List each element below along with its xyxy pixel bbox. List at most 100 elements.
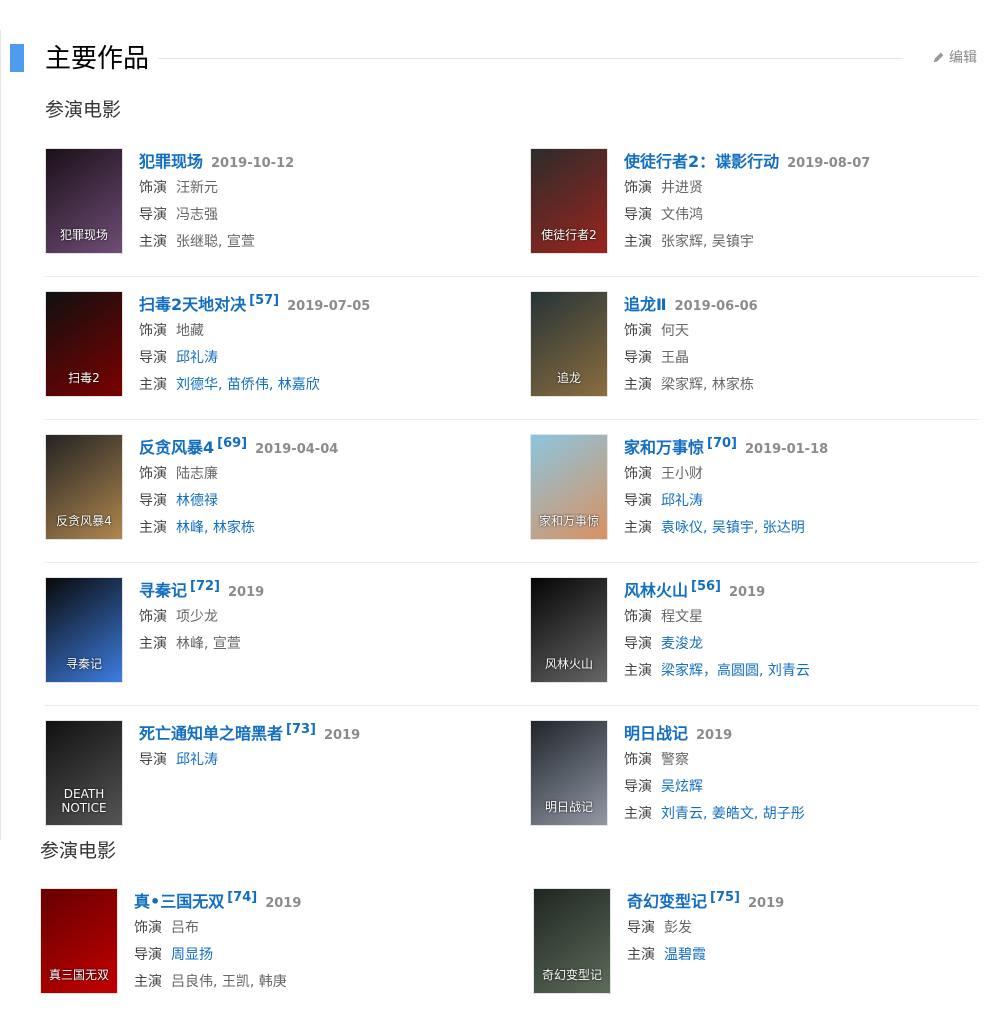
movie-detail-line: 饰演 吕布 xyxy=(134,915,480,942)
movie-title[interactable]: 追龙Ⅱ xyxy=(624,295,667,314)
movie-detail-line: 主演 张家辉, 吴镇宇 xyxy=(624,229,970,256)
movie-title-line: 奇幻变型记 [75] 2019 xyxy=(627,888,973,915)
movie-poster[interactable]: 使徒行者2 xyxy=(530,148,608,254)
detail-value[interactable]: 邱礼涛 xyxy=(176,752,218,768)
detail-value: 王晶 xyxy=(661,350,689,366)
release-date: 2019-07-05 xyxy=(287,299,371,314)
movie-title-line: 扫毒2天地对决 [57] 2019-07-05 xyxy=(139,291,485,318)
section-accent xyxy=(10,44,24,72)
release-date: 2019-04-04 xyxy=(255,442,339,457)
row-divider xyxy=(44,705,979,706)
detail-value: 井进贤 xyxy=(661,180,703,196)
poster-title: 寻秦记 xyxy=(65,657,102,671)
citation-link[interactable]: [72] xyxy=(190,579,220,594)
movie-detail-line: 饰演 井进贤 xyxy=(624,175,970,202)
detail-value: 警察 xyxy=(661,752,689,768)
release-date: 2019 xyxy=(265,896,302,911)
citation-link[interactable]: [70] xyxy=(707,436,737,451)
detail-label: 饰演 xyxy=(139,466,167,482)
citation-link[interactable]: [69] xyxy=(217,436,247,451)
movie-poster[interactable]: 家和万事惊 xyxy=(530,434,608,540)
movie-item: 使徒行者2 使徒行者2：谍影行动 2019-08-07 饰演 井进贤 导演 文伟鸿 主演 张家辉… xyxy=(530,148,970,258)
movie-info: 家和万事惊 [70] 2019-01-18 饰演 王小财 导演 邱礼涛 主演 袁咏仪, 吴镇宇,… xyxy=(624,434,970,542)
release-date: 2019 xyxy=(729,585,766,600)
detail-label: 导演 xyxy=(139,493,167,509)
movie-poster[interactable]: 反贪风暴4 xyxy=(45,434,123,540)
movie-title[interactable]: 奇幻变型记 xyxy=(627,892,707,911)
movie-detail-line: 导演 麦浚龙 xyxy=(624,631,970,658)
detail-value[interactable]: 温碧霞 xyxy=(664,947,706,963)
citation-link[interactable]: [74] xyxy=(227,890,257,905)
detail-value[interactable]: 梁家辉，高圆圆, 刘青云 xyxy=(661,663,810,679)
detail-value[interactable]: 林峰, 林家栋 xyxy=(176,520,255,536)
movie-info: 犯罪现场 2019-10-12 饰演 汪新元 导演 冯志强 主演 张继聪, 宣萱 xyxy=(139,148,485,256)
movie-title[interactable]: 真•三国无双 xyxy=(134,892,224,911)
detail-label: 饰演 xyxy=(139,180,167,196)
movie-detail-line: 主演 袁咏仪, 吴镇宇, 张达明 xyxy=(624,515,970,542)
movie-poster[interactable]: 扫毒2 xyxy=(45,291,123,397)
movie-title[interactable]: 家和万事惊 xyxy=(624,438,704,457)
movie-poster[interactable]: 明日战记 xyxy=(530,720,608,826)
movie-detail-line: 主演 刘青云, 姜皓文, 胡子彤 xyxy=(624,801,970,828)
citation-link[interactable]: [57] xyxy=(249,293,279,308)
detail-label: 主演 xyxy=(624,234,652,250)
edit-link[interactable]: 编辑 xyxy=(932,47,977,67)
movie-poster[interactable]: DEATH NOTICE xyxy=(45,720,123,826)
row-divider xyxy=(44,419,979,420)
citation-link[interactable]: [75] xyxy=(710,890,740,905)
detail-label: 导演 xyxy=(139,207,167,223)
detail-value[interactable]: 邱礼涛 xyxy=(661,493,703,509)
detail-value[interactable]: 刘德华, 苗侨伟, 林嘉欣 xyxy=(176,377,320,393)
title-divider xyxy=(158,58,903,59)
movie-title[interactable]: 寻秦记 xyxy=(139,581,187,600)
detail-label: 饰演 xyxy=(624,752,652,768)
detail-value[interactable]: 袁咏仪, 吴镇宇, 张达明 xyxy=(661,520,805,536)
movie-poster[interactable]: 奇幻变型记 xyxy=(533,888,611,994)
movie-detail-line: 主演 林峰, 宣萱 xyxy=(139,631,485,658)
detail-value: 林峰, 宣萱 xyxy=(176,636,241,652)
release-date: 2019 xyxy=(748,896,785,911)
detail-label: 导演 xyxy=(624,493,652,509)
movie-poster[interactable]: 风林火山 xyxy=(530,577,608,683)
movie-title[interactable]: 反贪风暴4 xyxy=(139,438,214,457)
movie-detail-line: 饰演 何天 xyxy=(624,318,970,345)
movie-poster[interactable]: 追龙 xyxy=(530,291,608,397)
movie-detail-line: 主演 林峰, 林家栋 xyxy=(139,515,485,542)
detail-value: 冯志强 xyxy=(176,207,218,223)
detail-label: 饰演 xyxy=(139,609,167,625)
movie-item: 风林火山 风林火山 [56] 2019 饰演 程文星 导演 麦浚龙 主演 梁家辉，高圆圆, 刘青云 xyxy=(530,577,970,687)
movie-detail-line: 导演 邱礼涛 xyxy=(624,488,970,515)
citation-link[interactable]: [73] xyxy=(286,722,316,737)
movie-detail-line: 饰演 汪新元 xyxy=(139,175,485,202)
detail-label: 主演 xyxy=(139,520,167,536)
detail-value[interactable]: 周显扬 xyxy=(171,947,213,963)
movie-item: 扫毒2 扫毒2天地对决 [57] 2019-07-05 饰演 地藏 导演 邱礼涛 主演 刘德华, … xyxy=(45,291,485,401)
detail-value[interactable]: 麦浚龙 xyxy=(661,636,703,652)
movie-title-line: 寻秦记 [72] 2019 xyxy=(139,577,485,604)
movie-title-line: 死亡通知单之暗黑者 [73] 2019 xyxy=(139,720,485,747)
movie-poster[interactable]: 真三国无双 xyxy=(40,888,118,994)
citation-link[interactable]: [56] xyxy=(691,579,721,594)
movie-title[interactable]: 扫毒2天地对决 xyxy=(139,295,246,314)
release-date: 2019 xyxy=(696,728,733,743)
movie-poster[interactable]: 寻秦记 xyxy=(45,577,123,683)
detail-value[interactable]: 吴炫辉 xyxy=(661,779,703,795)
poster-title: 追龙 xyxy=(556,371,581,385)
movie-title[interactable]: 风林火山 xyxy=(624,581,688,600)
movie-detail-line: 饰演 程文星 xyxy=(624,604,970,631)
poster-title: 犯罪现场 xyxy=(59,228,108,242)
detail-label: 主演 xyxy=(134,974,162,990)
movie-title[interactable]: 犯罪现场 xyxy=(139,152,203,171)
detail-value[interactable]: 邱礼涛 xyxy=(176,350,218,366)
movie-title[interactable]: 使徒行者2：谍影行动 xyxy=(624,152,779,171)
detail-value: 程文星 xyxy=(661,609,703,625)
movie-poster[interactable]: 犯罪现场 xyxy=(45,148,123,254)
release-date: 2019-01-18 xyxy=(745,442,829,457)
detail-value: 吕良伟, 王凯, 韩庚 xyxy=(171,974,287,990)
movie-detail-line: 主演 吕良伟, 王凯, 韩庚 xyxy=(134,969,480,996)
movie-title[interactable]: 死亡通知单之暗黑者 xyxy=(139,724,283,743)
detail-value[interactable]: 林德禄 xyxy=(176,493,218,509)
detail-label: 主演 xyxy=(139,234,167,250)
movie-title[interactable]: 明日战记 xyxy=(624,724,688,743)
detail-value[interactable]: 刘青云, 姜皓文, 胡子彤 xyxy=(661,806,805,822)
